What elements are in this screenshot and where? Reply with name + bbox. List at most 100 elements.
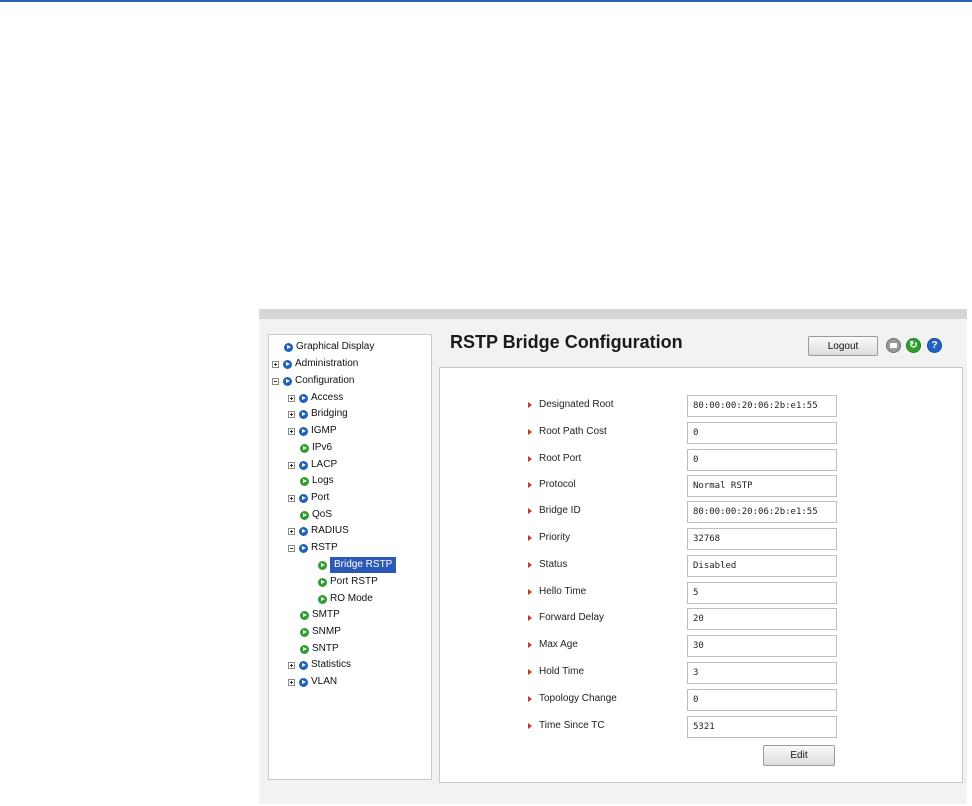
hold-time-field[interactable] xyxy=(687,662,837,684)
expand-icon[interactable] xyxy=(288,461,295,469)
field-row-hello-time: Hello Time xyxy=(440,582,962,604)
arrow-bullet-icon xyxy=(299,543,308,553)
page-title: RSTP Bridge Configuration xyxy=(450,332,683,352)
red-arrow-icon xyxy=(528,723,532,729)
expand-icon[interactable] xyxy=(288,527,295,535)
bridge-id-label: Bridge ID xyxy=(539,505,581,516)
nav-item-graphical-display[interactable]: Graphical Display xyxy=(284,340,377,354)
red-arrow-icon xyxy=(528,482,532,488)
expand-icon[interactable] xyxy=(288,427,295,435)
nav-item-label: SNMP xyxy=(312,626,341,637)
collapse-icon[interactable] xyxy=(272,377,279,385)
arrow-bullet-icon xyxy=(318,594,327,604)
arrow-bullet-icon xyxy=(299,660,308,670)
nav-item-bridging[interactable]: Bridging xyxy=(288,407,351,421)
nav-item-qos[interactable]: QoS xyxy=(300,508,335,522)
help-icon[interactable]: ? xyxy=(927,338,942,353)
nav-item-administration[interactable]: Administration xyxy=(272,357,361,371)
root-path-cost-field[interactable] xyxy=(687,422,837,444)
red-arrow-icon xyxy=(528,508,532,514)
nav-item-label: Bridge RSTP xyxy=(330,557,397,573)
topology-change-label: Topology Change xyxy=(539,693,617,704)
red-arrow-icon xyxy=(528,589,532,595)
nav-item-label: RADIUS xyxy=(311,525,349,536)
nav-item-label: Bridging xyxy=(311,408,348,419)
arrow-bullet-icon xyxy=(300,443,309,453)
expand-icon[interactable] xyxy=(272,360,279,368)
nav-item-label: RO Mode xyxy=(330,593,373,604)
red-arrow-icon xyxy=(528,696,532,702)
expand-icon[interactable] xyxy=(288,394,295,402)
nav-item-label: Configuration xyxy=(295,375,355,386)
refresh-icon[interactable]: ↻ xyxy=(906,338,921,353)
root-path-cost-label: Root Path Cost xyxy=(539,426,607,437)
forward-delay-label: Forward Delay xyxy=(539,612,605,623)
nav-item-label: IGMP xyxy=(311,425,337,436)
nav-item-port[interactable]: Port xyxy=(288,491,332,505)
nav-item-radius[interactable]: RADIUS xyxy=(288,524,352,538)
expand-icon[interactable] xyxy=(288,678,295,686)
collapse-icon[interactable] xyxy=(288,544,295,552)
arrow-bullet-icon xyxy=(299,526,308,536)
arrow-bullet-icon xyxy=(299,677,308,687)
root-port-field[interactable] xyxy=(687,449,837,471)
nav-item-ipv6[interactable]: IPv6 xyxy=(300,441,335,455)
red-arrow-icon xyxy=(528,402,532,408)
arrow-bullet-icon xyxy=(318,560,327,570)
field-row-priority: Priority xyxy=(440,528,962,550)
nav-item-access[interactable]: Access xyxy=(288,391,346,405)
nav-item-ro-mode[interactable]: RO Mode xyxy=(318,592,376,606)
expand-icon[interactable] xyxy=(288,410,295,418)
expand-icon[interactable] xyxy=(288,661,295,669)
max-age-field[interactable] xyxy=(687,635,837,657)
nav-item-label: QoS xyxy=(312,509,333,520)
nav-item-label: Port RSTP xyxy=(330,576,378,587)
status-field[interactable] xyxy=(687,555,837,577)
nav-item-bridge-rstp[interactable]: Bridge RSTP xyxy=(318,557,397,573)
topology-change-field[interactable] xyxy=(687,689,837,711)
nav-item-label: Statistics xyxy=(311,659,352,670)
bridge-id-field[interactable] xyxy=(687,501,837,523)
nav-item-label: Administration xyxy=(295,358,359,369)
logout-button[interactable]: Logout xyxy=(808,336,878,356)
protocol-field[interactable] xyxy=(687,475,837,497)
nav-item-port-rstp[interactable]: Port RSTP xyxy=(318,575,381,589)
nav-item-lacp[interactable]: LACP xyxy=(288,458,340,472)
forward-delay-field[interactable] xyxy=(687,608,837,630)
print-icon[interactable] xyxy=(886,338,901,353)
designated-root-field[interactable] xyxy=(687,395,837,417)
priority-field[interactable] xyxy=(687,528,837,550)
nav-item-label: Port xyxy=(311,492,330,503)
nav-item-statistics[interactable]: Statistics xyxy=(288,658,354,672)
nav-item-rstp[interactable]: RSTP xyxy=(288,541,341,555)
time-since-tc-label: Time Since TC xyxy=(539,720,605,731)
navigation-tree: Graphical Display Administration Configura… xyxy=(268,334,432,780)
nav-item-sntp[interactable]: SNTP xyxy=(300,642,342,656)
edit-button[interactable]: Edit xyxy=(763,745,835,766)
priority-label: Priority xyxy=(539,532,571,543)
red-arrow-icon xyxy=(528,562,532,568)
expand-icon[interactable] xyxy=(288,494,295,502)
arrow-bullet-icon xyxy=(284,342,293,352)
nav-item-igmp[interactable]: IGMP xyxy=(288,424,340,438)
arrow-bullet-icon xyxy=(299,409,308,419)
arrow-bullet-icon xyxy=(318,577,327,587)
time-since-tc-field[interactable] xyxy=(687,716,837,738)
field-row-designated-root: Designated Root xyxy=(440,395,962,417)
nav-item-vlan[interactable]: VLAN xyxy=(288,675,340,689)
nav-item-logs[interactable]: Logs xyxy=(300,474,337,488)
field-row-root-path-cost: Root Path Cost xyxy=(440,422,962,444)
hello-time-field[interactable] xyxy=(687,582,837,604)
nav-item-label: RSTP xyxy=(311,542,338,553)
nav-item-configuration[interactable]: Configuration xyxy=(272,374,357,388)
field-row-time-since-tc: Time Since TC xyxy=(440,716,962,738)
nav-item-smtp[interactable]: SMTP xyxy=(300,608,343,622)
hold-time-label: Hold Time xyxy=(539,666,585,677)
nav-item-snmp[interactable]: SNMP xyxy=(300,625,344,639)
nav-item-label: Graphical Display xyxy=(296,341,375,352)
designated-root-label: Designated Root xyxy=(539,399,614,410)
field-row-hold-time: Hold Time xyxy=(440,662,962,684)
arrow-bullet-icon xyxy=(300,627,309,637)
bridge-config-panel: Designated Root Root Path Cost Root Port Pr… xyxy=(439,367,963,783)
red-arrow-icon xyxy=(528,429,532,435)
